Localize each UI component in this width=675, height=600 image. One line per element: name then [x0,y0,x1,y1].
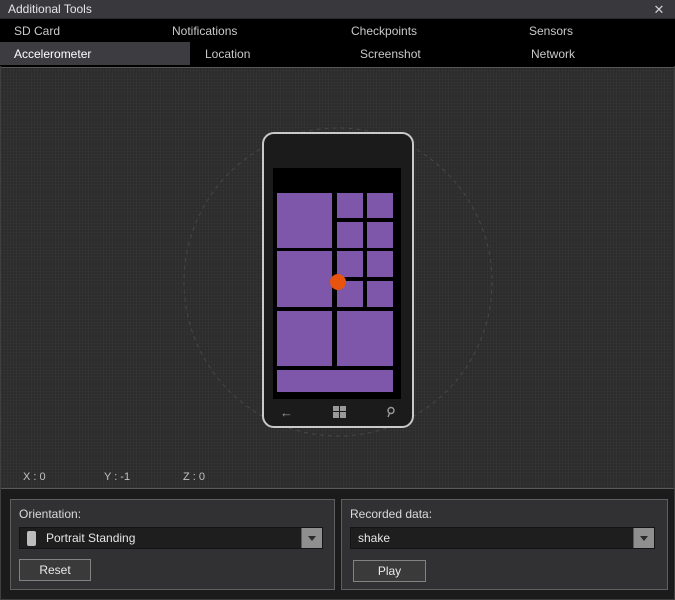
start-tile [337,251,363,277]
tab-screenshot[interactable]: Screenshot [345,42,516,65]
start-tile [367,222,393,248]
recorded-data-label: Recorded data: [350,507,433,521]
start-tile [367,251,393,277]
tab-label: Accelerometer [14,46,92,61]
orientation-dropdown[interactable]: Portrait Standing [19,527,323,549]
start-tile [337,222,363,248]
tab-sd-card[interactable]: SD Card [0,19,157,42]
tab-label: Notifications [172,23,238,38]
chevron-down-icon[interactable] [633,528,654,548]
additional-tools-window: Additional Tools ✕ SD Card Notifications… [0,0,675,600]
start-tile [277,251,332,307]
close-icon[interactable]: ✕ [649,1,669,18]
search-icon [387,406,395,418]
readout-x: X : 0 [23,471,46,483]
tab-label: Network [531,46,576,61]
recorded-data-panel: Recorded data: shake Play [341,499,668,590]
start-tile [367,281,393,307]
bottom-bar: Orientation: Portrait Standing Reset Rec… [1,488,674,599]
recorded-data-dropdown[interactable]: shake [350,527,655,549]
start-tile [337,311,393,366]
accelerometer-canvas[interactable]: ← X : 0 Y : -1 Z : 0 [1,67,674,488]
tab-notifications[interactable]: Notifications [157,19,336,42]
windows-logo-icon [333,406,346,418]
tab-label: Screenshot [360,46,421,61]
tab-location[interactable]: Location [190,42,345,65]
tab-row-2: Accelerometer Location Screenshot Networ… [0,42,675,65]
start-tile [367,193,393,218]
start-tile [277,311,332,366]
chevron-down-icon[interactable] [301,528,322,548]
start-tile [337,193,363,218]
back-arrow-icon: ← [280,404,293,420]
tab-row-1: SD Card Notifications Checkpoints Sensor… [0,19,675,42]
start-tile [277,370,393,392]
tab-sensors[interactable]: Sensors [514,19,675,42]
orientation-value: Portrait Standing [46,531,136,545]
tab-label: Sensors [529,23,574,38]
readout-z: Z : 0 [183,471,206,483]
orientation-label: Orientation: [19,507,82,521]
play-button[interactable]: Play [353,560,426,582]
tab-label: Location [205,46,251,61]
reset-button[interactable]: Reset [19,559,91,581]
accelerometer-dot[interactable] [330,274,346,290]
tab-accelerometer[interactable]: Accelerometer [0,42,190,65]
tab-checkpoints[interactable]: Checkpoints [336,19,514,42]
tab-network[interactable]: Network [516,42,675,65]
portrait-phone-icon [27,530,36,546]
tab-bar: SD Card Notifications Checkpoints Sensor… [0,19,675,66]
tab-label: SD Card [14,23,61,38]
readout-y: Y : -1 [104,471,131,483]
start-tile [277,193,332,248]
reset-button-label: Reset [39,563,71,577]
phone-navbar: ← [264,403,412,421]
window-title: Additional Tools [8,2,92,16]
titlebar: Additional Tools ✕ [0,0,675,19]
play-button-label: Play [377,564,402,578]
recorded-data-value: shake [358,531,391,545]
tab-label: Checkpoints [351,23,418,38]
orientation-panel: Orientation: Portrait Standing Reset [10,499,335,590]
